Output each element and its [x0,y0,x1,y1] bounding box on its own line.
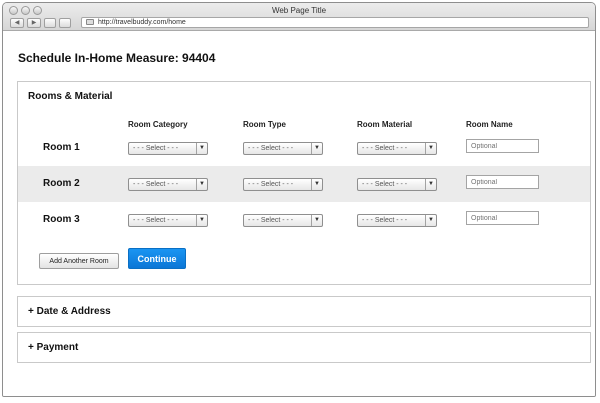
payment-heading[interactable]: + Payment [28,342,78,353]
select-value: - - - Select - - - [133,145,179,152]
room-row-2: Room 2 - - - Select - - - ▼ - - - Select … [18,166,590,202]
room-category-select[interactable]: - - - Select - - - ▼ [128,178,208,191]
address-bar[interactable]: http://travelbuddy.com/home [81,17,589,28]
room-material-select[interactable]: - - - Select - - - ▼ [357,214,437,227]
forward-button[interactable]: ▶ [27,18,41,28]
date-address-panel[interactable]: + Date & Address [17,296,591,327]
room-category-select[interactable]: - - - Select - - - ▼ [128,142,208,155]
forward-arrow-icon: ▶ [31,20,37,26]
room-row-1: Room 1 - - - Select - - - ▼ - - - Select … [18,130,590,166]
nav-buttons: ◀ ▶ [10,18,71,28]
room-category-select[interactable]: - - - Select - - - ▼ [128,214,208,227]
select-value: - - - Select - - - [248,145,294,152]
select-value: - - - Select - - - [362,145,408,152]
window-title: Web Page Title [271,6,327,15]
room-name-input[interactable] [466,139,539,153]
column-header-room-name: Room Name [466,120,513,129]
room-row-3: Room 3 - - - Select - - - ▼ - - - Select … [18,202,590,238]
chevron-down-icon: ▼ [311,143,322,154]
room-name-input[interactable] [466,175,539,189]
select-value: - - - Select - - - [133,217,179,224]
title-bar: Web Page Title ◀ ▶ http://travelbuddy.co… [3,3,595,31]
page-icon [86,19,94,25]
column-header-room-material: Room Material [357,120,413,129]
reload-button[interactable] [44,18,56,28]
chevron-down-icon: ▼ [425,143,436,154]
date-address-heading[interactable]: + Date & Address [28,306,111,317]
address-bar-url: http://travelbuddy.com/home [98,19,186,26]
room-label: Room 3 [43,214,80,225]
chevron-down-icon: ▼ [196,215,207,226]
browser-window: Web Page Title ◀ ▶ http://travelbuddy.co… [2,2,596,397]
chevron-down-icon: ▼ [196,179,207,190]
select-value: - - - Select - - - [133,181,179,188]
rooms-panel-heading[interactable]: Rooms & Material [28,91,112,102]
payment-panel[interactable]: + Payment [17,332,591,363]
room-label: Room 2 [43,178,80,189]
add-another-room-button[interactable]: Add Another Room [39,253,119,269]
select-value: - - - Select - - - [362,181,408,188]
room-name-input[interactable] [466,211,539,225]
page-content: Schedule In-Home Measure: 94404 Rooms & … [3,32,595,396]
column-header-room-type: Room Type [243,120,286,129]
chevron-down-icon: ▼ [425,179,436,190]
room-label: Room 1 [43,142,80,153]
room-material-select[interactable]: - - - Select - - - ▼ [357,178,437,191]
back-arrow-icon: ◀ [14,20,20,26]
room-type-select[interactable]: - - - Select - - - ▼ [243,214,323,227]
chevron-down-icon: ▼ [311,215,322,226]
select-value: - - - Select - - - [248,217,294,224]
select-value: - - - Select - - - [248,181,294,188]
chevron-down-icon: ▼ [425,215,436,226]
column-header-room-category: Room Category [128,120,188,129]
page-title: Schedule In-Home Measure: 94404 [18,51,216,65]
chevron-down-icon: ▼ [311,179,322,190]
room-type-select[interactable]: - - - Select - - - ▼ [243,142,323,155]
back-button[interactable]: ◀ [10,18,24,28]
rooms-material-panel: Rooms & Material Room Category Room Type… [17,81,591,285]
continue-button[interactable]: Continue [128,248,186,269]
home-button[interactable] [59,18,71,28]
select-value: - - - Select - - - [362,217,408,224]
room-material-select[interactable]: - - - Select - - - ▼ [357,142,437,155]
room-type-select[interactable]: - - - Select - - - ▼ [243,178,323,191]
chevron-down-icon: ▼ [196,143,207,154]
